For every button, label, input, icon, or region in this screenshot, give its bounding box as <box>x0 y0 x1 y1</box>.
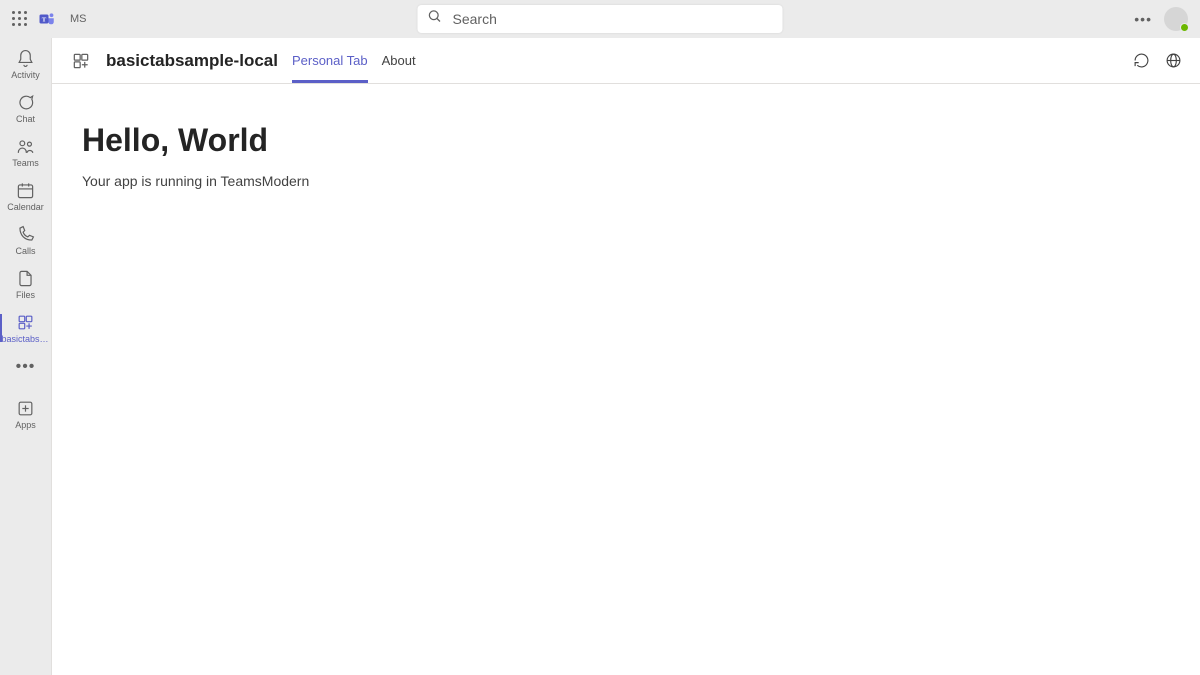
app-title: basictabsample-local <box>106 51 278 71</box>
apps-icon <box>16 399 36 419</box>
refresh-icon[interactable] <box>1132 52 1150 70</box>
rail-label: basictabsa... <box>2 335 50 344</box>
rail-item-files[interactable]: Files <box>0 262 52 306</box>
rail-item-calendar[interactable]: Calendar <box>0 174 52 218</box>
rail-item-chat[interactable]: Chat <box>0 86 52 130</box>
chat-icon <box>16 93 36 113</box>
tab-about[interactable]: About <box>382 38 416 83</box>
content-heading: Hello, World <box>82 122 1170 159</box>
files-icon <box>16 269 36 289</box>
bell-icon <box>16 49 36 69</box>
rail-item-activity[interactable]: Activity <box>0 42 52 86</box>
rail-more-icon[interactable]: ••• <box>16 358 36 376</box>
rail-item-apps[interactable]: Apps <box>0 392 52 436</box>
rail-item-basictabsample[interactable]: basictabsa... <box>0 306 52 350</box>
rail-label: Teams <box>12 159 39 168</box>
waffle-icon[interactable] <box>12 11 28 27</box>
rail-label: Apps <box>15 421 36 430</box>
svg-text:T: T <box>42 16 47 23</box>
rail-label: Files <box>16 291 35 300</box>
search-bar[interactable] <box>418 5 783 33</box>
content-area: basictabsample-local Personal Tab About … <box>52 38 1200 675</box>
globe-icon[interactable] <box>1164 52 1182 70</box>
rail-label: Activity <box>11 71 40 80</box>
teams-logo-icon: T <box>38 10 56 28</box>
avatar[interactable] <box>1164 7 1188 31</box>
more-options-icon[interactable]: ••• <box>1134 11 1152 27</box>
topbar: T MS ••• <box>0 0 1200 38</box>
app-header-icon <box>70 50 92 72</box>
left-rail: Activity Chat Teams Calendar Calls <box>0 38 52 675</box>
rail-item-teams[interactable]: Teams <box>0 130 52 174</box>
rail-label: Calls <box>15 247 35 256</box>
tab-content: Hello, World Your app is running in Team… <box>52 84 1200 227</box>
app-icon <box>16 313 36 333</box>
calendar-icon <box>16 181 36 201</box>
search-input[interactable] <box>453 11 773 27</box>
tab-personal-tab[interactable]: Personal Tab <box>292 38 368 83</box>
rail-label: Chat <box>16 115 35 124</box>
rail-label: Calendar <box>7 203 44 212</box>
tabs: Personal Tab About <box>292 38 416 83</box>
app-header: basictabsample-local Personal Tab About <box>52 38 1200 84</box>
topbar-right: ••• <box>1134 7 1188 31</box>
user-initials: MS <box>70 13 87 25</box>
app-header-right <box>1132 52 1182 70</box>
rail-item-calls[interactable]: Calls <box>0 218 52 262</box>
calls-icon <box>16 225 36 245</box>
teams-icon <box>16 137 36 157</box>
topbar-left: T MS <box>12 10 87 28</box>
content-text: Your app is running in TeamsModern <box>82 173 1170 189</box>
search-icon <box>428 9 443 29</box>
presence-indicator <box>1180 23 1189 32</box>
